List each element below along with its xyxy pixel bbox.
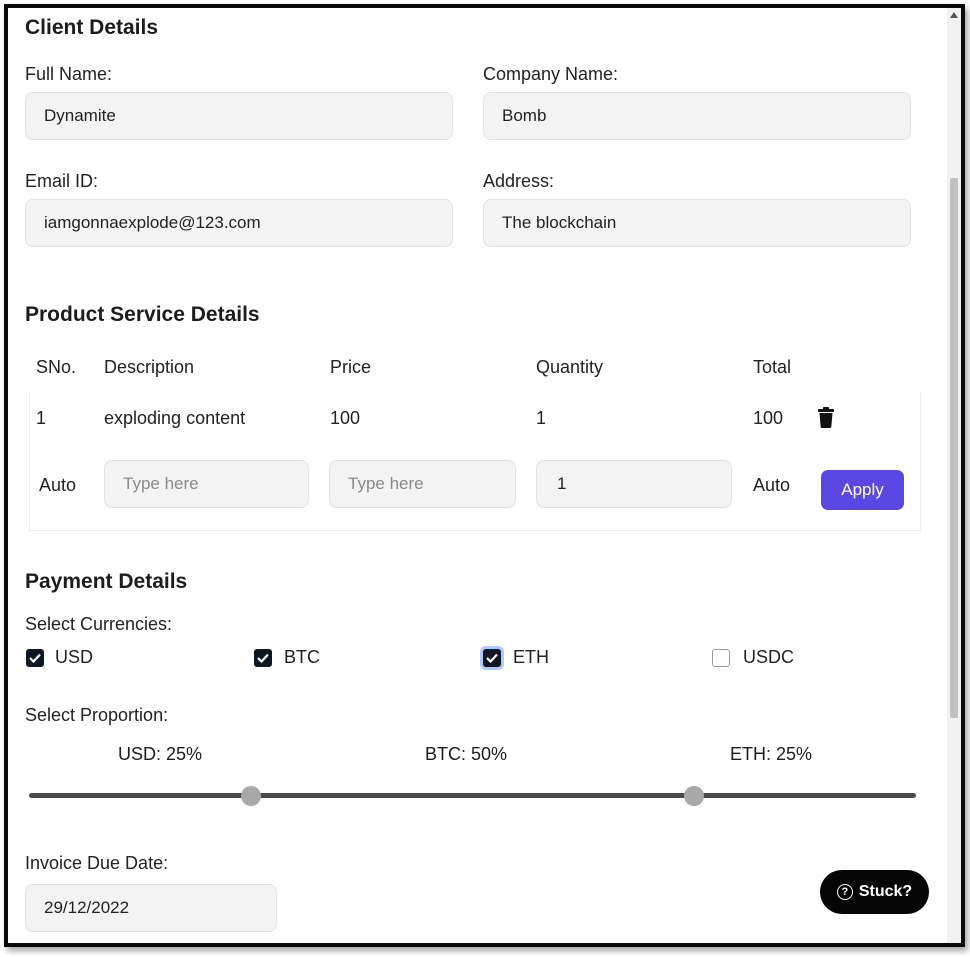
email-field[interactable]: iamgonnaexplode@123.com bbox=[25, 199, 453, 247]
row-description: exploding content bbox=[104, 408, 246, 428]
col-header-price: Price bbox=[330, 357, 372, 377]
usd-proportion-label: USD: 25% bbox=[118, 744, 203, 764]
quantity-input[interactable]: 1 bbox=[536, 460, 732, 508]
eth-checkbox[interactable] bbox=[483, 649, 501, 667]
stuck-label: Stuck? bbox=[858, 883, 913, 900]
due-date-field[interactable]: 29/12/2022 bbox=[25, 884, 277, 932]
stuck-help-button[interactable]: ? Stuck? bbox=[820, 870, 929, 914]
client-details-heading: Client Details bbox=[25, 16, 159, 39]
email-label: Email ID: bbox=[25, 171, 99, 191]
scrollbar[interactable] bbox=[947, 8, 961, 943]
usdc-checkbox[interactable] bbox=[712, 649, 730, 667]
address-label: Address: bbox=[483, 171, 555, 191]
row-quantity: 1 bbox=[536, 408, 547, 428]
slider-handle-1[interactable] bbox=[240, 786, 261, 806]
company-name-field[interactable]: Bomb bbox=[483, 92, 911, 140]
product-details-heading: Product Service Details bbox=[25, 303, 260, 326]
company-name-label: Company Name: bbox=[483, 64, 619, 84]
full-name-field[interactable]: Dynamite bbox=[25, 92, 453, 140]
scroll-up-arrow-icon[interactable] bbox=[950, 12, 958, 18]
row-price: 100 bbox=[330, 408, 361, 428]
btc-label: BTC bbox=[284, 647, 320, 667]
new-row-sno: Auto bbox=[39, 475, 77, 495]
eth-label: ETH bbox=[513, 647, 549, 667]
apply-button[interactable]: Apply bbox=[821, 470, 904, 510]
proportion-slider-track[interactable] bbox=[29, 793, 916, 798]
price-input[interactable]: Type here bbox=[329, 460, 516, 508]
new-row-total: Auto bbox=[753, 475, 791, 495]
col-header-quantity: Quantity bbox=[536, 357, 604, 377]
row-sno: 1 bbox=[36, 408, 47, 428]
payment-details-heading: Payment Details bbox=[25, 570, 188, 593]
btc-checkbox[interactable] bbox=[254, 649, 272, 667]
col-header-description: Description bbox=[104, 357, 195, 377]
usd-checkbox[interactable] bbox=[26, 649, 44, 667]
col-header-total: Total bbox=[753, 357, 792, 377]
question-circle-icon: ? bbox=[836, 884, 853, 900]
usd-label: USD bbox=[55, 647, 94, 667]
row-total: 100 bbox=[753, 408, 784, 428]
col-header-sno: SNo. bbox=[36, 357, 77, 377]
proportion-label: Select Proportion: bbox=[25, 705, 169, 725]
due-date-label: Invoice Due Date: bbox=[25, 853, 169, 873]
address-field[interactable]: The blockchain bbox=[483, 199, 911, 247]
full-name-label: Full Name: bbox=[25, 64, 113, 84]
trash-icon[interactable] bbox=[818, 407, 834, 428]
currencies-label: Select Currencies: bbox=[25, 614, 173, 634]
description-input[interactable]: Type here bbox=[104, 460, 309, 508]
scrollbar-thumb[interactable] bbox=[950, 178, 958, 718]
btc-proportion-label: BTC: 50% bbox=[425, 744, 508, 764]
app-window: Client Details Full Name: Dynamite Compa… bbox=[4, 4, 965, 947]
slider-handle-2[interactable] bbox=[684, 786, 705, 806]
eth-proportion-label: ETH: 25% bbox=[730, 744, 813, 764]
usdc-label: USDC bbox=[743, 647, 795, 667]
